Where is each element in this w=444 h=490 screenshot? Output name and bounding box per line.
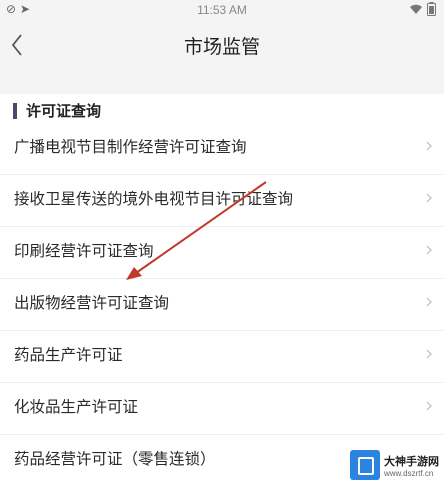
nav-bar: 市场监管 xyxy=(0,20,444,72)
chevron-right-icon xyxy=(426,245,432,255)
section-header-bar xyxy=(13,103,17,119)
list-item-label: 化妆品生产许可证 xyxy=(14,398,139,416)
list-item-label: 药品经营许可证（零售连锁） xyxy=(14,450,216,468)
list-item[interactable]: 化妆品生产许可证 xyxy=(0,382,444,435)
watermark-url: www.dszrtf.cn xyxy=(384,468,434,478)
list-item-label: 广播电视节目制作经营许可证查询 xyxy=(14,138,247,156)
chevron-right-icon xyxy=(426,297,432,307)
section-title: 许可证查询 xyxy=(26,102,102,120)
battery-icon xyxy=(427,2,436,16)
list-item-label: 出版物经营许可证查询 xyxy=(14,294,170,312)
chevron-right-icon xyxy=(426,401,432,411)
chevron-right-icon xyxy=(426,193,432,203)
list-item-label: 药品生产许可证 xyxy=(14,346,123,364)
list-item-label: 接收卫星传送的境外电视节目许可证查询 xyxy=(14,190,294,208)
list-item[interactable]: 出版物经营许可证查询 xyxy=(0,278,444,331)
status-bar: ⊘ ➤ 11:53 AM xyxy=(0,0,444,20)
section-gap xyxy=(0,72,444,94)
watermark-logo-icon xyxy=(350,450,380,480)
list-item-label: 印刷经营许可证查询 xyxy=(14,242,154,260)
site-watermark: 大神手游网 www.dszrtf.cn xyxy=(350,448,440,482)
status-right-icons xyxy=(409,2,436,17)
page-title: 市场监管 xyxy=(183,36,260,58)
license-query-section: 许可证查询 广播电视节目制作经营许可证查询 接收卫星传送的境外电视节目许可证查询… xyxy=(0,94,444,490)
chevron-right-icon xyxy=(426,141,432,151)
chevron-right-icon xyxy=(426,349,432,359)
list-item[interactable]: 药品生产许可证 xyxy=(0,330,444,383)
list-item[interactable]: 广播电视节目制作经营许可证查询 xyxy=(0,122,444,175)
list-item[interactable]: 接收卫星传送的境外电视节目许可证查询 xyxy=(0,174,444,227)
list-item[interactable]: 印刷经营许可证查询 xyxy=(0,226,444,279)
status-time: 11:53 AM xyxy=(197,3,247,17)
watermark-name: 大神手游网 xyxy=(384,454,439,468)
wifi-icon xyxy=(410,4,423,14)
